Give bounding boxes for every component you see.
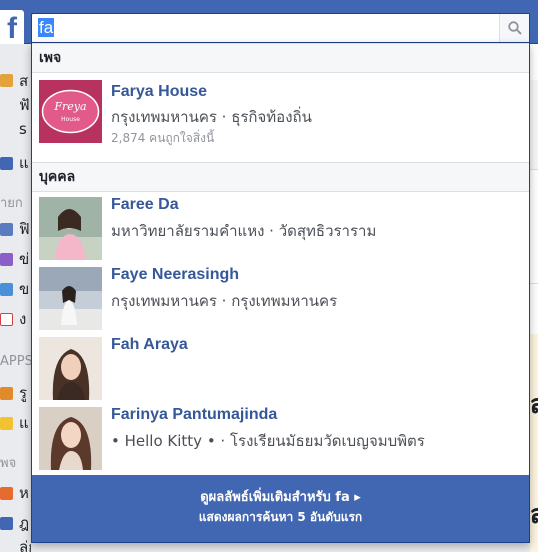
profile-icon bbox=[0, 74, 13, 87]
content-card-divider bbox=[530, 254, 538, 284]
avatar bbox=[39, 197, 102, 260]
sidebar-item-messages[interactable]: ข่ bbox=[0, 250, 31, 270]
search-query-selected: fa bbox=[38, 18, 55, 37]
sidebar-item-s[interactable]: s bbox=[0, 120, 31, 140]
sidebar-item-events[interactable]: ง bbox=[0, 310, 31, 330]
farya-house-logo: Freya House bbox=[39, 80, 102, 143]
result-page-farya-house[interactable]: Freya House Farya House กรุงเทพมหานคร · … bbox=[32, 74, 529, 162]
pencil-icon bbox=[0, 157, 13, 170]
avatar bbox=[39, 267, 102, 330]
section-header-pages: เพจ bbox=[32, 43, 529, 73]
avatar bbox=[39, 407, 102, 470]
avatar bbox=[39, 337, 102, 400]
sidebar-item-page-2[interactable]: ฎ bbox=[0, 514, 31, 534]
search-input[interactable]: fa bbox=[31, 13, 530, 43]
result-person-fah-araya[interactable]: Fah Araya bbox=[32, 333, 529, 403]
photos-icon bbox=[0, 387, 13, 400]
result-name[interactable]: Farya House bbox=[111, 82, 207, 102]
result-name[interactable]: Faree Da bbox=[111, 195, 179, 215]
see-more-label: ดูผลลัพธ์เพิ่มเติมสำหรับ fa ▸ bbox=[200, 490, 361, 505]
result-person-faye-neerasingh[interactable]: Faye Neerasingh กรุงเทพมหานคร · กรุงเทพม… bbox=[32, 263, 529, 333]
result-subtitle: กรุงเทพมหานคร · ธุรกิจท้องถิ่น bbox=[111, 108, 312, 126]
search-button[interactable] bbox=[499, 14, 529, 42]
like-icon bbox=[0, 517, 13, 530]
sidebar-item-page-1[interactable]: ห bbox=[0, 484, 31, 504]
groups-icon bbox=[0, 283, 13, 296]
result-subtitle: มหาวิทยาลัยรามคำแหง · วัดสุทธิวราราม bbox=[111, 222, 377, 240]
sidebar-item-feed[interactable]: ฟั bbox=[0, 96, 31, 116]
result-person-faree-da[interactable]: Faree Da มหาวิทยาลัยรามคำแหง · วัดสุทธิว… bbox=[32, 193, 529, 263]
sidebar-item-groups[interactable]: ข bbox=[0, 280, 31, 300]
page-icon bbox=[0, 487, 13, 500]
top-bar: f fa bbox=[0, 0, 538, 44]
content-text-fragment-2: ส bbox=[530, 500, 538, 530]
calendar-icon bbox=[0, 313, 13, 326]
main-content-edge: ส ส bbox=[530, 44, 538, 552]
result-name[interactable]: Faye Neerasingh bbox=[111, 265, 239, 285]
result-likes: 2,874 คนถูกใจสิ่งนี้ bbox=[111, 131, 215, 145]
facebook-logo[interactable]: f bbox=[0, 10, 24, 44]
svg-text:House: House bbox=[61, 116, 80, 123]
search-icon bbox=[508, 21, 522, 35]
sidebar-item-profile[interactable]: ส bbox=[0, 72, 31, 92]
result-person-farinya-pantumajinda[interactable]: Farinya Pantumajinda • Hello Kitty • · โ… bbox=[32, 403, 529, 473]
see-more-sublabel: แสดงผลการค้นหา 5 อันดับแรก bbox=[198, 510, 363, 524]
sidebar-item-photos[interactable]: รู bbox=[0, 384, 31, 404]
search-results-dropdown: เพจ Freya House Farya House กรุงเทพมหานค… bbox=[31, 43, 530, 543]
sidebar-heading-pages: พจ bbox=[0, 456, 17, 471]
news-icon bbox=[0, 223, 13, 236]
content-text-fragment-1: ส bbox=[530, 390, 538, 420]
svg-text:Freya: Freya bbox=[53, 100, 86, 113]
result-subtitle: • Hello Kitty • · โรงเรียนมัธยมวัดเบญจมบ… bbox=[111, 432, 425, 450]
sidebar-heading-apps: APPS bbox=[0, 354, 31, 369]
result-subtitle: กรุงเทพมหานคร · กรุงเทพมหานคร bbox=[111, 292, 338, 310]
messages-icon bbox=[0, 253, 13, 266]
result-name[interactable]: Fah Araya bbox=[111, 335, 188, 355]
notes-icon bbox=[0, 417, 13, 430]
left-sidebar: ส ฟั s แ ายก ฟิ ข่ ข ง APPS รู แ พจ ห ฎ bbox=[0, 44, 31, 552]
sidebar-item-page-3[interactable]: ลู่ก.มทว bbox=[0, 538, 31, 552]
sidebar-item-news[interactable]: ฟิ bbox=[0, 220, 31, 240]
see-more-results-button[interactable]: ดูผลลัพธ์เพิ่มเติมสำหรับ fa ▸ แสดงผลการค… bbox=[32, 475, 529, 542]
sidebar-item-notes[interactable]: แ bbox=[0, 414, 31, 434]
result-name[interactable]: Farinya Pantumajinda bbox=[111, 405, 277, 425]
page-thumbnail: Freya House bbox=[39, 80, 102, 143]
search-query[interactable]: fa bbox=[38, 18, 55, 38]
sidebar-item-edit[interactable]: แ bbox=[0, 154, 31, 174]
content-card-edge bbox=[530, 80, 538, 170]
sidebar-heading-shortcuts: ายก bbox=[0, 196, 23, 211]
section-header-people: บุคคล bbox=[32, 162, 529, 192]
